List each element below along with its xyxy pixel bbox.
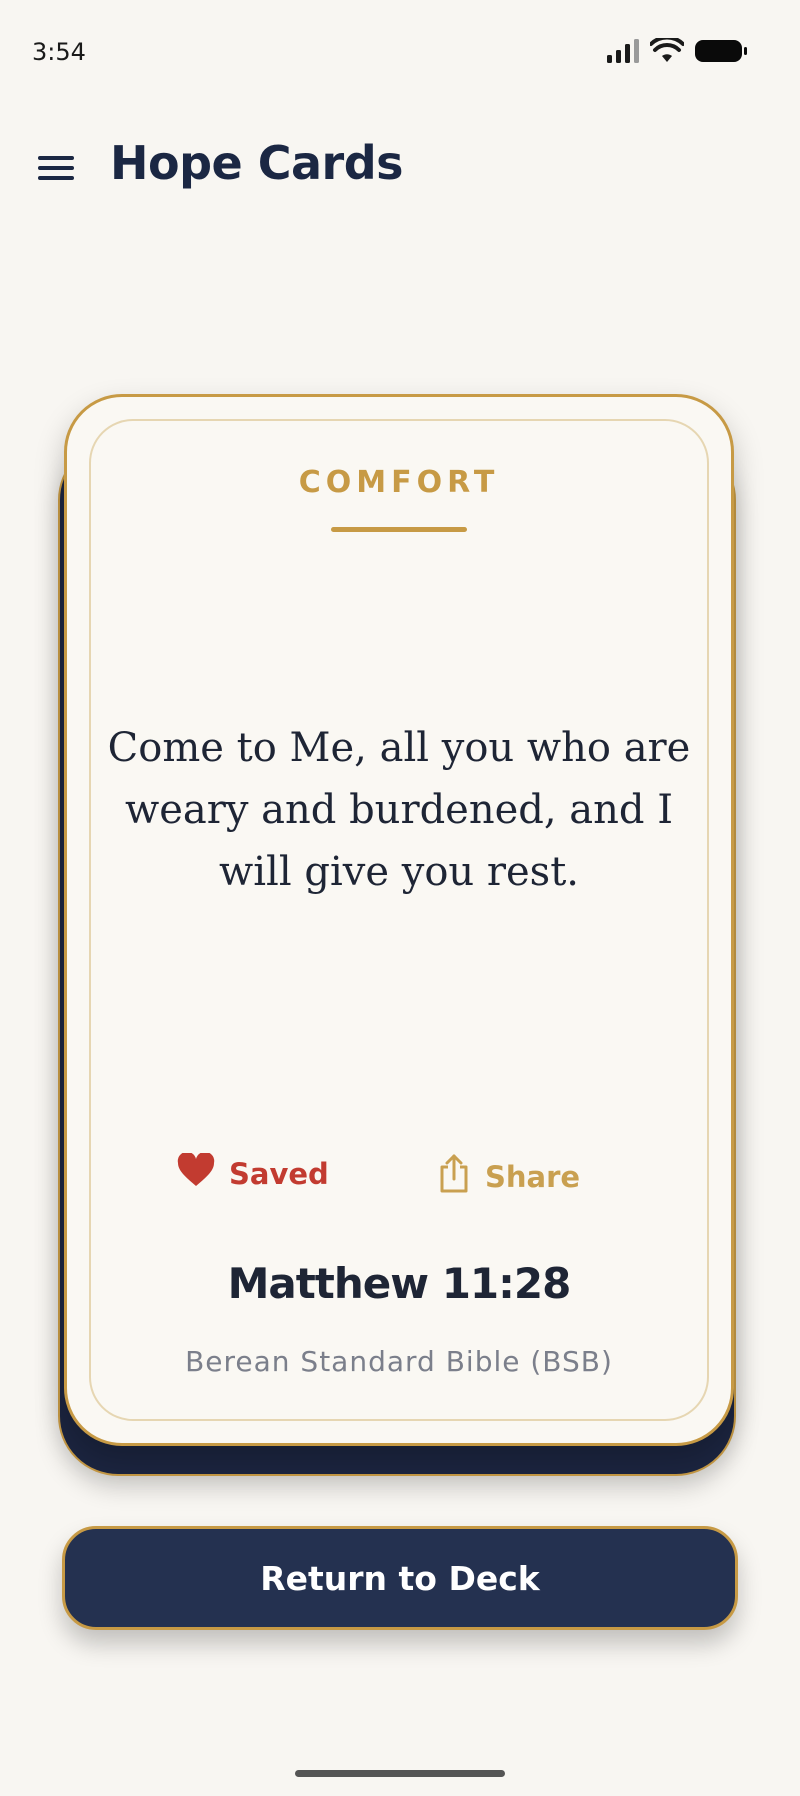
status-time: 3:54 <box>32 38 86 66</box>
card-category: COMFORT <box>298 465 500 500</box>
card-actions: Saved Share <box>67 1151 731 1203</box>
status-icons <box>606 35 748 69</box>
app-title: Hope Cards <box>110 136 404 190</box>
verse-reference: Matthew 11:28 <box>227 1259 572 1308</box>
category-divider <box>331 527 467 532</box>
verse-card[interactable]: COMFORT Come to Me, all you who are wear… <box>64 394 734 1446</box>
saved-button[interactable]: Saved <box>177 1151 329 1194</box>
share-button[interactable]: Share <box>437 1153 580 1200</box>
battery-icon <box>694 38 748 69</box>
wifi-icon <box>649 35 685 69</box>
saved-label: Saved <box>229 1156 329 1191</box>
return-to-deck-button[interactable]: Return to Deck <box>62 1526 738 1630</box>
home-indicator[interactable] <box>295 1770 505 1777</box>
hamburger-menu-icon[interactable] <box>34 150 78 186</box>
share-icon <box>437 1153 471 1200</box>
verse-text: Come to Me, all you who are weary and bu… <box>107 725 691 895</box>
share-label: Share <box>485 1159 581 1194</box>
signal-icon <box>606 38 640 69</box>
heart-icon <box>177 1151 215 1194</box>
bible-translation: Berean Standard Bible (BSB) <box>185 1345 613 1378</box>
